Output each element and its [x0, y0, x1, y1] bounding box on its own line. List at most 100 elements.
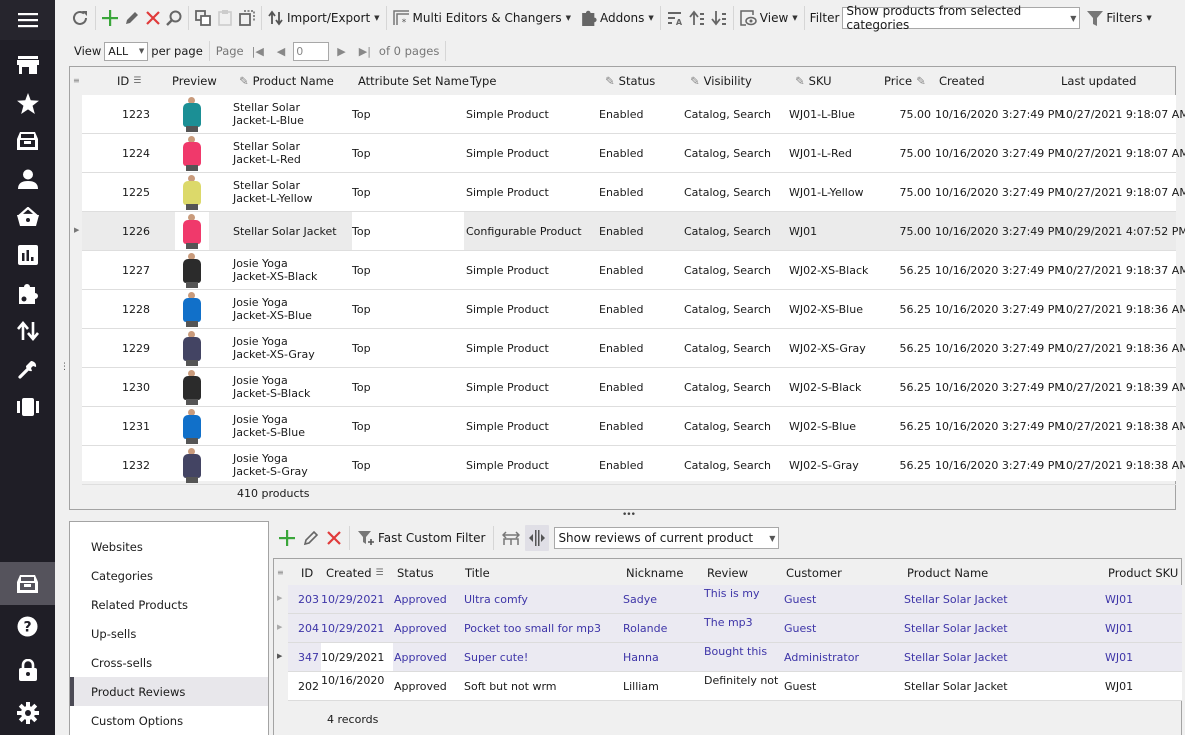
product-sku-cell[interactable]: WJ02-S-Blue: [789, 407, 879, 445]
col-product-name[interactable]: ✎ Product Name: [239, 74, 334, 88]
product-price-cell[interactable]: 75.00: [879, 134, 932, 172]
vertical-splitter-handle[interactable]: ⋮: [60, 362, 69, 372]
col-review-customer[interactable]: Customer: [786, 566, 842, 580]
product-name-cell[interactable]: Josie Yoga Jacket-XS-Gray: [233, 329, 351, 367]
product-price-cell[interactable]: 75.00: [879, 95, 932, 133]
product-name-cell[interactable]: Stellar Solar Jacket: [233, 212, 351, 250]
product-id-cell[interactable]: 1227: [82, 251, 150, 289]
product-status-cell[interactable]: Enabled: [599, 134, 679, 172]
product-visibility-cell[interactable]: Catalog, Search: [684, 407, 784, 445]
nav-import-export[interactable]: [0, 312, 55, 350]
product-attr-set-cell[interactable]: Top: [352, 290, 464, 328]
sort-text-button[interactable]: A: [664, 5, 686, 31]
col-type[interactable]: Type: [470, 74, 496, 88]
product-sku-cell[interactable]: WJ02-XS-Blue: [789, 290, 879, 328]
product-status-cell[interactable]: Enabled: [599, 251, 679, 289]
review-customer-cell[interactable]: Guest: [784, 672, 904, 700]
delete-button[interactable]: [143, 5, 163, 31]
review-product-name-cell[interactable]: Stellar Solar Jacket: [904, 585, 1104, 613]
product-preview-cell[interactable]: [175, 446, 209, 484]
product-price-cell[interactable]: 56.25: [879, 446, 932, 484]
reviews-scope-select[interactable]: Show reviews of current product ▼: [554, 527, 780, 549]
product-name-cell[interactable]: Josie Yoga Jacket-S-Blue: [233, 407, 351, 445]
product-updated-cell[interactable]: 10/27/2021 9:18:07 AM: [1059, 134, 1185, 172]
col-review-text[interactable]: Review: [707, 566, 748, 580]
review-created-cell[interactable]: 10/29/2021: [321, 643, 393, 671]
tab-websites[interactable]: Websites: [70, 532, 268, 561]
review-product-sku-cell[interactable]: WJ01: [1105, 643, 1175, 671]
view-menu[interactable]: View ▼: [737, 5, 801, 31]
review-product-name-cell[interactable]: Stellar Solar Jacket: [904, 672, 1104, 700]
product-row[interactable]: 1228 Josie Yoga Jacket-XS-Blue Top Simple Pr…: [82, 290, 1185, 329]
tab-categories[interactable]: Categories: [70, 561, 268, 590]
review-id-cell[interactable]: 347: [288, 643, 319, 671]
fast-custom-filter-button[interactable]: Fast Custom Filter: [355, 525, 488, 551]
product-visibility-cell[interactable]: Catalog, Search: [684, 446, 784, 484]
product-attr-set-cell[interactable]: Top: [352, 251, 464, 289]
product-updated-cell[interactable]: 10/27/2021 9:18:38 AM: [1059, 446, 1185, 484]
product-updated-cell[interactable]: 10/27/2021 9:18:36 AM: [1059, 329, 1185, 367]
col-preview[interactable]: Preview: [172, 74, 217, 88]
refresh-button[interactable]: [68, 5, 92, 31]
review-status-cell[interactable]: Approved: [394, 672, 464, 700]
product-id-cell[interactable]: 1230: [82, 368, 150, 406]
row-expand-icon[interactable]: ▶: [277, 652, 282, 660]
product-status-cell[interactable]: Enabled: [599, 95, 679, 133]
review-created-cell[interactable]: 10/29/2021: [321, 614, 393, 642]
product-row[interactable]: 1225 Stellar Solar Jacket-L-Yellow Top Simpl…: [82, 173, 1185, 212]
col-review-title[interactable]: Title: [465, 566, 490, 580]
product-type-cell[interactable]: Simple Product: [466, 134, 596, 172]
col-last-updated[interactable]: Last updated: [1061, 74, 1136, 88]
review-title-cell[interactable]: Pocket too small for mp3: [464, 614, 624, 642]
review-nickname-cell[interactable]: Sadye: [623, 585, 703, 613]
product-price-cell[interactable]: 56.25: [879, 368, 932, 406]
col-status[interactable]: ✎ Status: [605, 74, 655, 88]
review-product-name-cell[interactable]: Stellar Solar Jacket: [904, 614, 1104, 642]
product-created-cell[interactable]: 10/16/2020 3:27:49 PM: [935, 329, 1064, 367]
col-review-product-name[interactable]: Product Name: [907, 566, 988, 580]
product-id-cell[interactable]: 1226: [82, 212, 150, 250]
menu-button[interactable]: [0, 0, 55, 40]
review-title-cell[interactable]: Ultra comfy: [464, 585, 624, 613]
product-attr-set-cell[interactable]: Top: [352, 368, 464, 406]
review-nickname-cell[interactable]: Lilliam: [623, 672, 703, 700]
product-type-cell[interactable]: Simple Product: [466, 290, 596, 328]
col-created[interactable]: Created: [939, 74, 985, 88]
col-review-nickname[interactable]: Nickname: [626, 566, 683, 580]
product-price-cell[interactable]: 56.25: [879, 251, 932, 289]
page-number-input[interactable]: 0: [293, 41, 330, 61]
product-sku-cell[interactable]: WJ02-S-Gray: [789, 446, 879, 484]
product-updated-cell[interactable]: 10/29/2021 4:07:52 PM: [1059, 212, 1185, 250]
review-title-cell[interactable]: Soft but not wrm: [464, 672, 624, 700]
product-type-cell[interactable]: Simple Product: [466, 251, 596, 289]
product-updated-cell[interactable]: 10/27/2021 9:18:38 AM: [1059, 407, 1185, 445]
product-created-cell[interactable]: 10/16/2020 3:27:49 PM: [935, 407, 1064, 445]
review-review-cell[interactable]: Definitely not: [704, 672, 784, 700]
review-customer-cell[interactable]: Guest: [784, 585, 904, 613]
review-status-cell[interactable]: Approved: [394, 614, 464, 642]
review-status-cell[interactable]: Approved: [394, 643, 464, 671]
nav-settings[interactable]: [0, 691, 55, 734]
review-product-sku-cell[interactable]: WJ01: [1105, 585, 1175, 613]
product-row[interactable]: 1224 Stellar Solar Jacket-L-Red Top Simple P…: [82, 134, 1185, 173]
product-status-cell[interactable]: Enabled: [599, 329, 679, 367]
product-preview-cell[interactable]: [175, 173, 209, 211]
product-status-cell[interactable]: Enabled: [599, 212, 679, 250]
row-expand-icon[interactable]: ▶: [277, 594, 282, 602]
review-created-cell[interactable]: 10/29/2021: [321, 585, 393, 613]
product-sku-cell[interactable]: WJ02-XS-Gray: [789, 329, 879, 367]
product-sku-cell[interactable]: WJ01: [789, 212, 879, 250]
product-type-cell[interactable]: Simple Product: [466, 95, 596, 133]
product-updated-cell[interactable]: 10/27/2021 9:18:39 AM: [1059, 368, 1185, 406]
product-attr-set-cell[interactable]: Top: [352, 329, 464, 367]
product-created-cell[interactable]: 10/16/2020 3:27:49 PM: [935, 134, 1064, 172]
product-created-cell[interactable]: 10/16/2020 3:27:49 PM: [935, 173, 1064, 211]
tab-custom-options[interactable]: Custom Options: [70, 706, 268, 735]
search-button[interactable]: [163, 5, 185, 31]
select-button[interactable]: [236, 5, 258, 31]
col-attribute-set[interactable]: Attribute Set Name: [358, 74, 469, 88]
col-review-created[interactable]: Created ☰: [326, 566, 384, 580]
product-row[interactable]: 1229 Josie Yoga Jacket-XS-Gray Top Simple Pr…: [82, 329, 1185, 368]
nav-addons[interactable]: [0, 274, 55, 312]
product-attr-set-cell[interactable]: Top: [352, 173, 464, 211]
